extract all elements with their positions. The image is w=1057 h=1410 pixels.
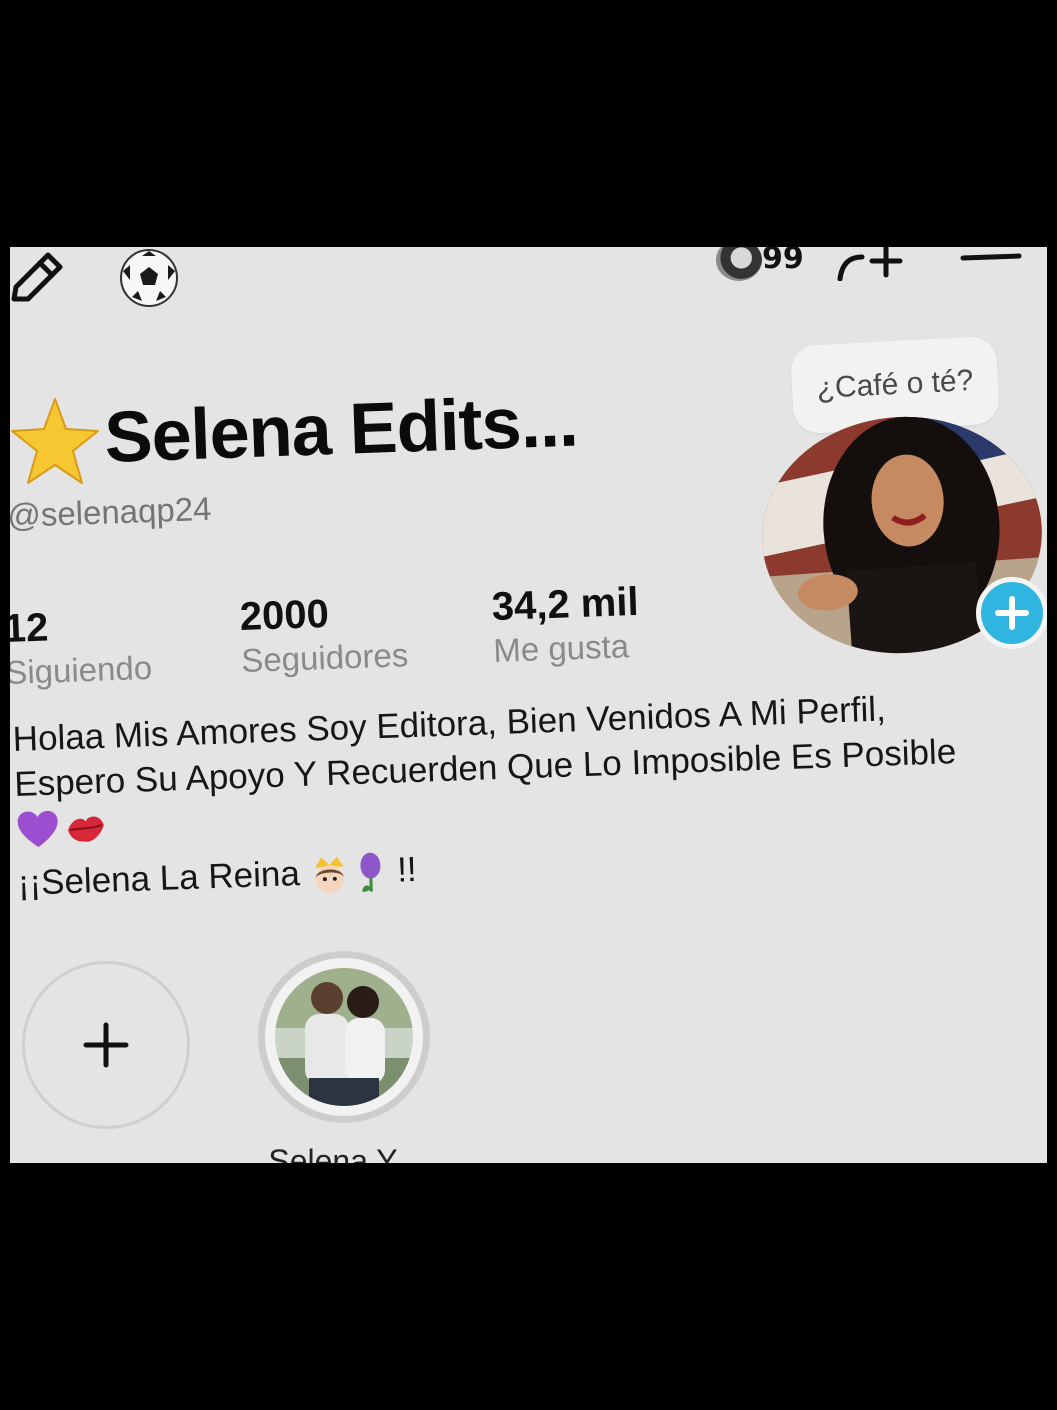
highlight-item[interactable] xyxy=(258,951,430,1123)
username: @selenaqp24 xyxy=(10,489,212,535)
plus-icon xyxy=(83,1022,129,1068)
hyacinth-icon xyxy=(360,852,381,893)
bio-line-3 xyxy=(15,804,109,852)
stat-following[interactable]: 12 Siguiendo xyxy=(10,602,153,692)
soccer-ball-icon[interactable] xyxy=(118,247,180,309)
princess-icon xyxy=(315,856,344,894)
followers-label: Seguidores xyxy=(240,636,409,680)
kiss-mark-icon xyxy=(67,815,104,842)
highlight-cover xyxy=(275,968,413,1106)
bio-line-4: ¡¡Selena La Reina !! xyxy=(17,824,1047,907)
add-friend-icon[interactable] xyxy=(836,247,906,281)
highlight-label: Selena Y xyxy=(268,1143,398,1163)
note-text: ¿Café o té? xyxy=(815,363,975,406)
bio: Holaa Mis Amores Soy Editora, Bien Venid… xyxy=(12,681,1047,908)
following-count: 12 xyxy=(10,605,50,652)
display-name: Selena Edits... xyxy=(103,381,579,479)
profile-screen: 99 ¿Café o té? Selena Edits... @selenaqp… xyxy=(10,247,1047,1163)
stat-followers[interactable]: 2000 Seguidores xyxy=(239,589,409,680)
purple-heart-icon xyxy=(17,810,58,847)
friend-avatar-icon[interactable] xyxy=(716,247,762,281)
add-avatar-button[interactable] xyxy=(976,577,1047,649)
star-icon xyxy=(11,398,99,484)
likes-label: Me gusta xyxy=(492,627,630,670)
stat-likes[interactable]: 34,2 mil Me gusta xyxy=(491,580,641,670)
bio-line-4-text: ¡¡Selena La Reina xyxy=(17,853,301,903)
notification-count[interactable]: 99 xyxy=(762,247,804,276)
new-highlight-button[interactable] xyxy=(22,961,190,1129)
pencil-icon[interactable] xyxy=(10,249,70,309)
likes-count: 34,2 mil xyxy=(491,579,640,630)
followers-count: 2000 xyxy=(239,591,330,640)
menu-icon[interactable] xyxy=(960,247,1022,269)
plus-icon xyxy=(995,596,1029,630)
following-label: Siguiendo xyxy=(10,648,153,692)
bio-line-4-end: !! xyxy=(396,849,418,890)
